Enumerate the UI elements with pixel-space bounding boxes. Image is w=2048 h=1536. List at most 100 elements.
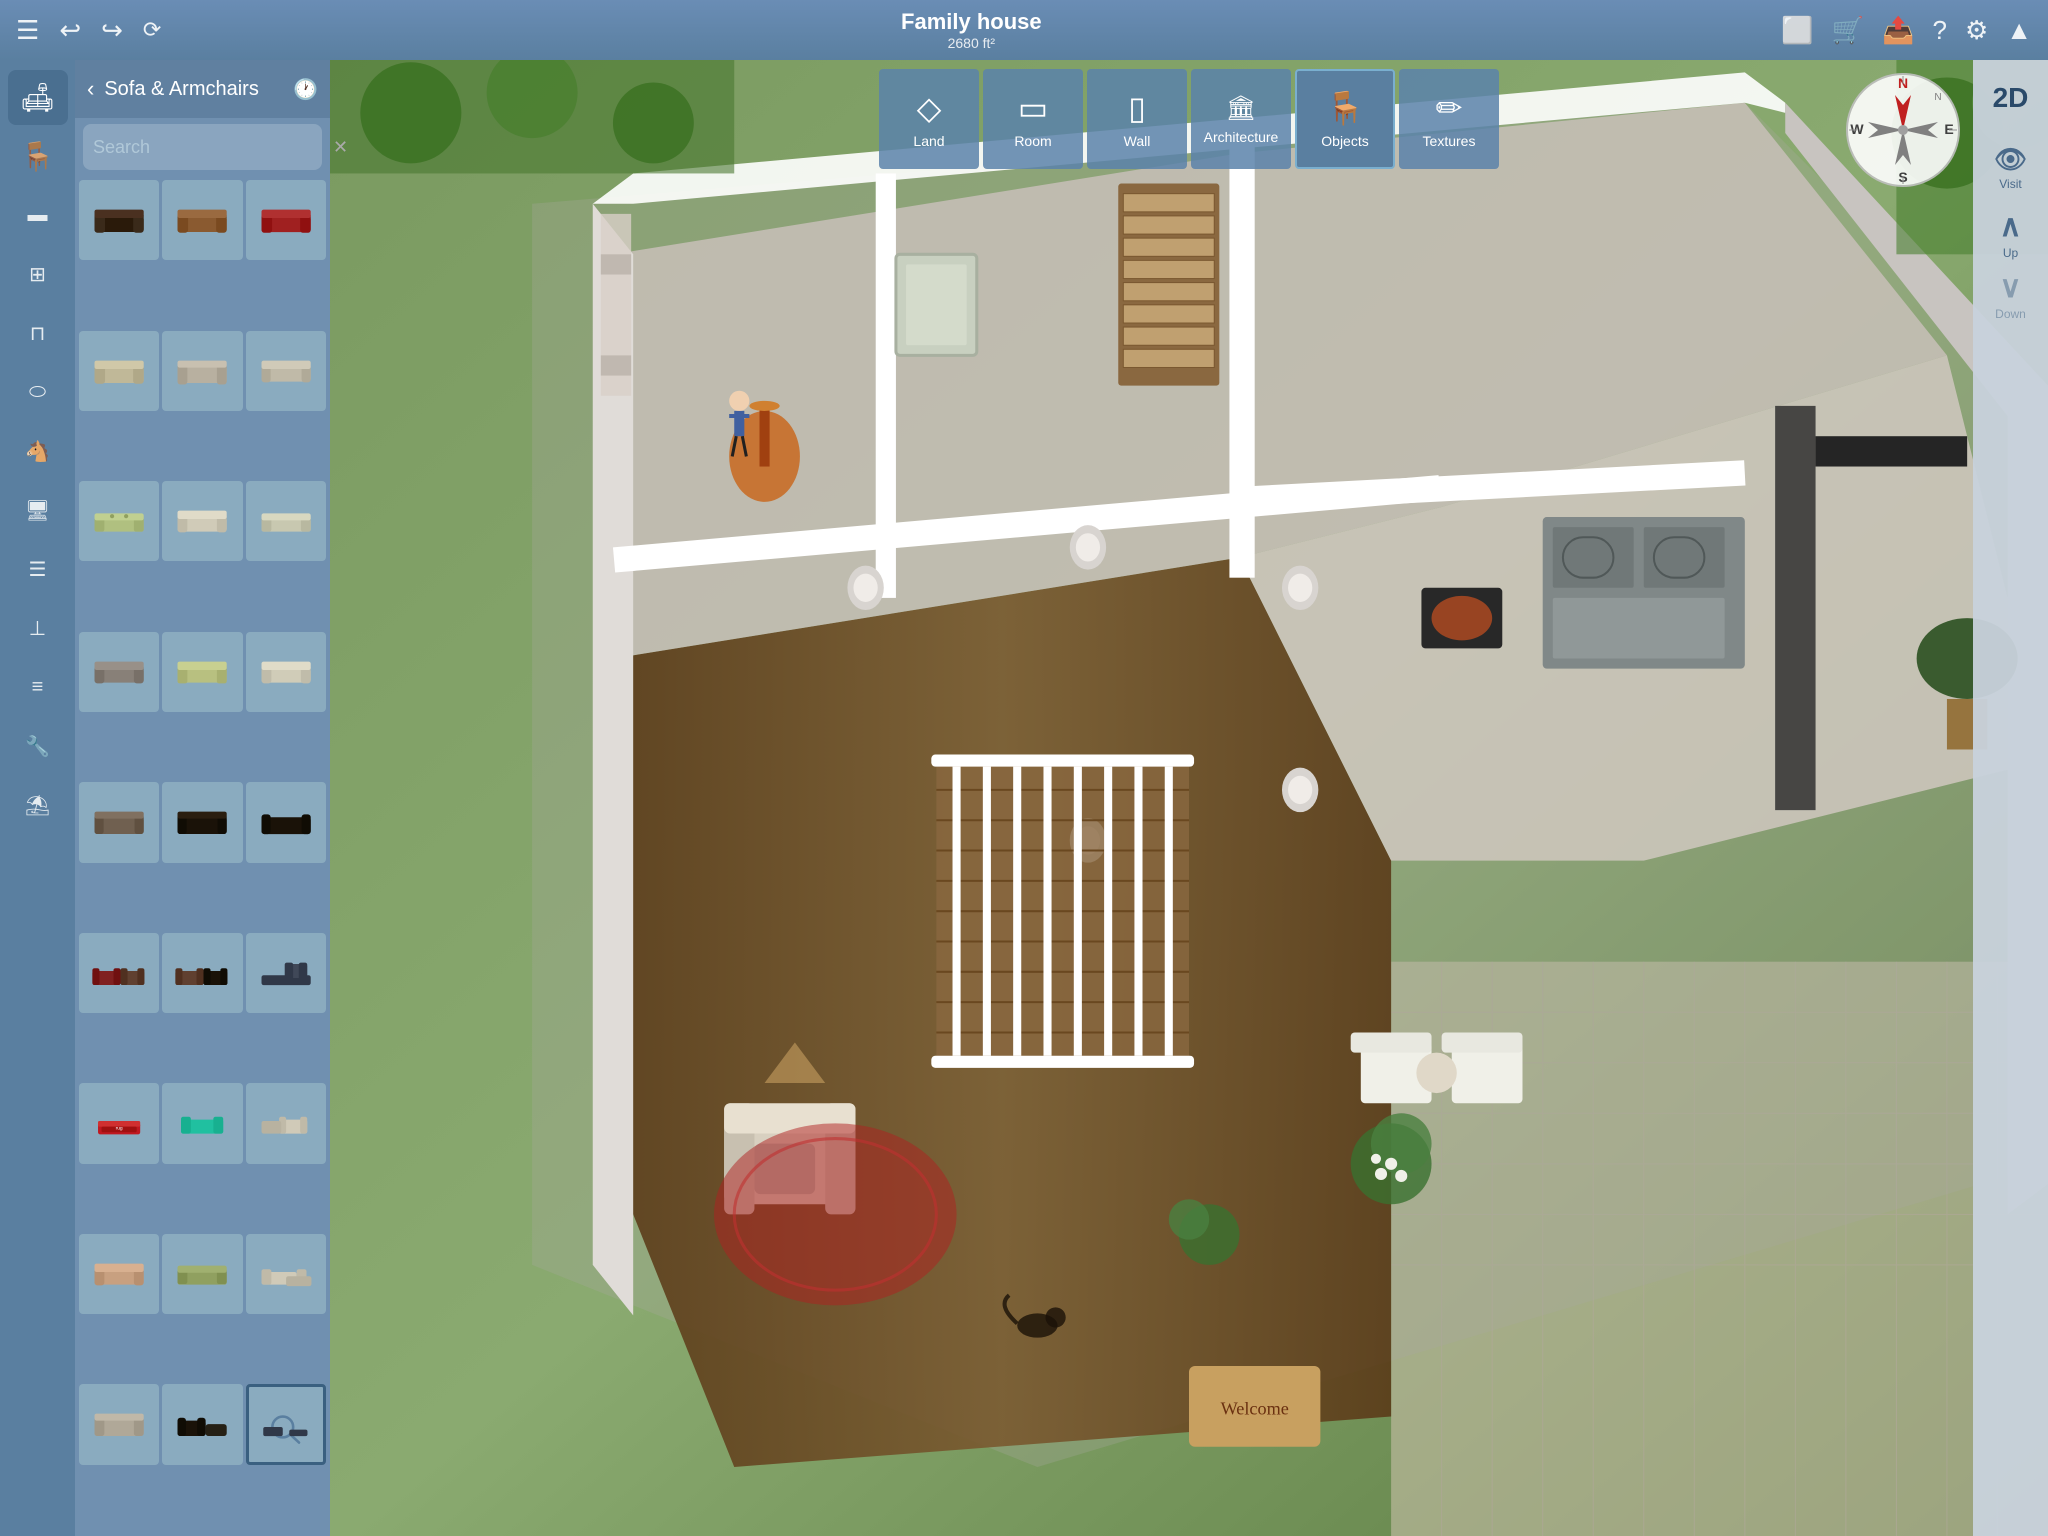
top-bar-right: ⬜ 🛒 📤 ? ⚙ ▲	[1781, 15, 2032, 46]
objects-icon: 🪑	[1325, 89, 1365, 127]
project-size: 2680 ft²	[901, 35, 1042, 51]
tool-architecture[interactable]: 🏛 Architecture	[1191, 69, 1291, 169]
help-icon[interactable]: ?	[1932, 15, 1946, 46]
history-icon[interactable]: 🕐	[293, 77, 318, 102]
view-2d-button[interactable]: 2D	[1978, 68, 2043, 128]
up-arrow-icon: ∧	[2000, 209, 2022, 244]
panel: ‹ Sofa & Armchairs 🕐 ✕	[75, 60, 330, 1536]
wall-icon: ▯	[1128, 89, 1146, 127]
list-item[interactable]	[246, 1384, 326, 1464]
svg-text:W: W	[1850, 121, 1864, 137]
search-input[interactable]	[93, 137, 325, 158]
list-item[interactable]	[246, 1234, 326, 1314]
down-label: Down	[1995, 307, 2026, 321]
tool-textures[interactable]: ✏ Textures	[1399, 69, 1499, 169]
room-icon: ▭	[1018, 89, 1048, 127]
list-item[interactable]	[79, 1384, 159, 1464]
list-item[interactable]	[162, 782, 242, 862]
list-item[interactable]: rug	[79, 1083, 159, 1163]
right-panel: 2D 👁 Visit ∧ Up ∨ Down	[1973, 60, 2048, 1536]
project-title: Family house	[901, 9, 1042, 35]
sidebar: 🛋 🪑 ▬ ⊞ ⊓ ⬭ 🐴 🖥 ☰ ⊥ ≡ 🔧 ⛱	[0, 60, 75, 1536]
list-item[interactable]	[246, 481, 326, 561]
items-grid: rug	[75, 176, 330, 1536]
list-item[interactable]	[79, 180, 159, 260]
undo-icon[interactable]: ↩	[59, 15, 81, 46]
sidebar-item-sofa[interactable]: 🛋	[8, 70, 68, 125]
settings-icon[interactable]: ⚙	[1965, 15, 1988, 46]
eye-icon: 👁	[1994, 144, 2027, 175]
list-item[interactable]	[162, 1384, 242, 1464]
toolbar: ◇ Land ▭ Room ▯ Wall 🏛 Architecture 🪑 Ob…	[330, 60, 2048, 178]
sidebar-item-tools[interactable]: 🔧	[8, 719, 68, 774]
save-icon[interactable]: ⬜	[1781, 15, 1813, 46]
list-item[interactable]	[79, 632, 159, 712]
list-item[interactable]	[246, 331, 326, 411]
down-button[interactable]: ∨ Down	[1978, 268, 2043, 323]
sidebar-item-table[interactable]: ▬	[8, 188, 68, 243]
list-item[interactable]	[79, 1234, 159, 1314]
top-bar: ☰ ↩ ↪ ⟳ Family house 2680 ft² ⬜ 🛒 📤 ? ⚙ …	[0, 0, 2048, 60]
compass: N S E W N	[1843, 70, 1963, 190]
sidebar-item-kids[interactable]: 🐴	[8, 424, 68, 479]
sidebar-item-kitchen[interactable]: ⊞	[8, 247, 68, 302]
list-item[interactable]	[162, 481, 242, 561]
upload-icon[interactable]: ▲	[2006, 15, 2032, 46]
list-item[interactable]	[162, 933, 242, 1013]
sidebar-item-bed[interactable]: ⬭	[8, 365, 68, 420]
list-item[interactable]	[79, 481, 159, 561]
list-item[interactable]	[246, 180, 326, 260]
list-item[interactable]	[162, 1234, 242, 1314]
list-item[interactable]	[79, 782, 159, 862]
down-arrow-icon: ∨	[2000, 270, 2022, 305]
tool-objects-label: Objects	[1321, 133, 1368, 149]
tool-land[interactable]: ◇ Land	[879, 69, 979, 169]
sidebar-item-outdoor[interactable]: ⛱	[8, 778, 68, 833]
transform-icon[interactable]: ⟳	[143, 17, 161, 43]
sidebar-item-curtains[interactable]: ☰	[8, 542, 68, 597]
svg-text:N: N	[1934, 92, 1941, 103]
list-item[interactable]	[162, 180, 242, 260]
list-item[interactable]	[162, 632, 242, 712]
svg-text:Welcome: Welcome	[1221, 1398, 1289, 1418]
land-icon: ◇	[917, 89, 942, 127]
tool-land-label: Land	[913, 133, 944, 149]
list-item[interactable]	[246, 632, 326, 712]
tool-room[interactable]: ▭ Room	[983, 69, 1083, 169]
tool-textures-label: Textures	[1423, 133, 1476, 149]
main-view[interactable]: Welcome	[330, 60, 2048, 1536]
clear-search-icon[interactable]: ✕	[333, 137, 348, 158]
top-bar-center: Family house 2680 ft²	[901, 9, 1042, 51]
tool-wall[interactable]: ▯ Wall	[1087, 69, 1187, 169]
tool-wall-label: Wall	[1124, 133, 1151, 149]
tool-room-label: Room	[1014, 133, 1051, 149]
list-item[interactable]	[79, 933, 159, 1013]
sidebar-item-lamp[interactable]: ⊥	[8, 601, 68, 656]
menu-icon[interactable]: ☰	[16, 15, 39, 46]
panel-title: Sofa & Armchairs	[104, 78, 283, 101]
sidebar-item-bath[interactable]: ⊓	[8, 306, 68, 361]
svg-text:rug: rug	[116, 1126, 123, 1132]
panel-header: ‹ Sofa & Armchairs 🕐	[75, 60, 330, 118]
tool-objects[interactable]: 🪑 Objects	[1295, 69, 1395, 169]
list-item[interactable]	[162, 1083, 242, 1163]
visit-button[interactable]: 👁 Visit	[1978, 140, 2043, 195]
svg-text:E: E	[1944, 121, 1953, 137]
list-item[interactable]	[246, 782, 326, 862]
top-bar-left: ☰ ↩ ↪ ⟳	[16, 15, 161, 46]
list-item[interactable]	[162, 331, 242, 411]
list-item[interactable]	[246, 1083, 326, 1163]
sidebar-item-office[interactable]: 🖥	[8, 483, 68, 538]
visit-label: Visit	[1999, 177, 2021, 191]
list-item[interactable]	[79, 331, 159, 411]
architecture-icon: 🏛	[1226, 94, 1256, 123]
textures-icon: ✏	[1436, 89, 1463, 127]
list-item[interactable]	[246, 933, 326, 1013]
back-button[interactable]: ‹	[87, 76, 94, 102]
cart-icon[interactable]: 🛒	[1832, 15, 1864, 46]
up-button[interactable]: ∧ Up	[1978, 207, 2043, 262]
redo-icon[interactable]: ↪	[101, 15, 123, 46]
share-icon[interactable]: 📤	[1882, 15, 1914, 46]
sidebar-item-chair[interactable]: 🪑	[8, 129, 68, 184]
sidebar-item-radiator[interactable]: ≡	[8, 660, 68, 715]
